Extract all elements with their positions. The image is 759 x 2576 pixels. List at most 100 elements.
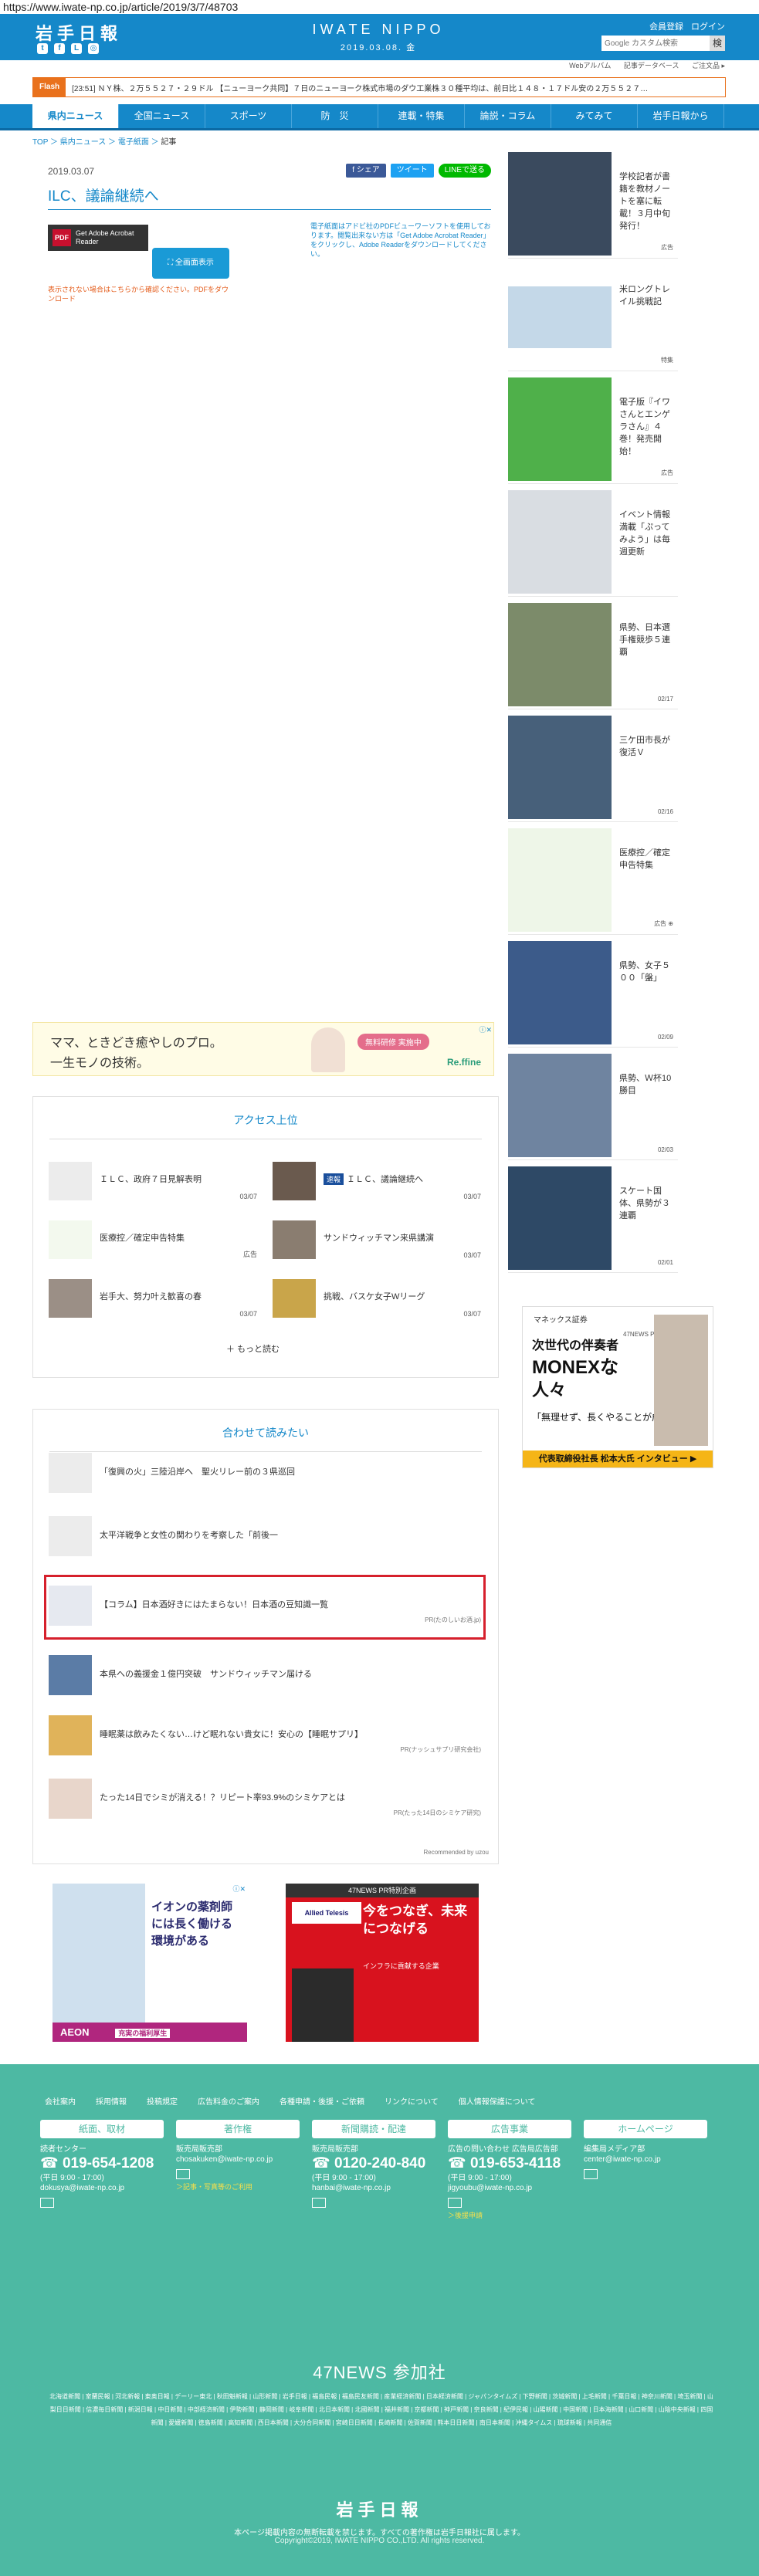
- nav-sports[interactable]: スポーツ: [205, 104, 292, 128]
- facebook-share-button[interactable]: f シェア: [346, 164, 386, 178]
- phone-number[interactable]: ☎ 019-653-4118: [448, 2155, 571, 2173]
- tweet-button[interactable]: ツイート: [390, 164, 434, 178]
- line-share-button[interactable]: LINEで送る: [438, 164, 491, 178]
- search-button[interactable]: 検: [710, 36, 725, 51]
- monex-ad[interactable]: マネックス証券 47NEWS PR特別企画 次世代の伴奏者 MONEXな 人々 …: [522, 1306, 713, 1468]
- monex-cta[interactable]: 代表取締役社長 松本大氏 インタビュー ▶: [523, 1450, 713, 1467]
- nav-local-news[interactable]: 県内ニュース: [32, 104, 119, 128]
- side-item[interactable]: 県勢、Ｗ杯10勝目 02/03: [508, 1052, 678, 1160]
- footer-col-heading: ホームページ: [584, 2120, 707, 2138]
- footer-link-requests[interactable]: 各種申請・後援・ご依頼: [280, 2095, 364, 2107]
- monex-headline2: MONEXな: [532, 1357, 619, 1378]
- side-item[interactable]: 米ロングトレイル挑戦記 特集: [508, 263, 678, 371]
- email-link[interactable]: center@iwate-np.co.jp: [584, 2155, 707, 2165]
- social-links: t f L ◎: [37, 43, 99, 54]
- ranking-item[interactable]: 挑戦、バスケ女子Wリーグ 03/07: [273, 1279, 481, 1318]
- ranking-item[interactable]: ＩＬＣ、政府７日見解表明 03/07: [49, 1162, 257, 1200]
- email-link[interactable]: dokusya@iwate-np.co.jp: [40, 2183, 164, 2193]
- related-item-pr[interactable]: たった14日でシミが消える！？リピート率93.9%のシミケアとは PR(たった1…: [49, 1779, 481, 1822]
- ad-photo: [292, 1968, 354, 2042]
- article-db-link[interactable]: 記事データベース: [624, 62, 679, 69]
- ranking-item[interactable]: サンドウィッチマン来県講演 03/07: [273, 1220, 481, 1259]
- search-input[interactable]: [601, 36, 710, 51]
- footer-link-recruit[interactable]: 採用情報: [96, 2095, 127, 2107]
- breadcrumb-current: 記事: [161, 138, 177, 147]
- twitter-icon[interactable]: t: [37, 43, 48, 54]
- instagram-icon[interactable]: ◎: [88, 43, 99, 54]
- adobe-note: 電子紙面はアドビ社のPDFビューワーソフトを使用しております。閲覧出来ない方は「…: [310, 222, 491, 258]
- nav-national-news[interactable]: 全国ニュース: [119, 104, 205, 128]
- footer-link-links[interactable]: リンクについて: [385, 2095, 439, 2107]
- pdf-download-link[interactable]: 表示されない場合はこちらから確認ください。PDFをダウンロード: [48, 285, 233, 303]
- ad-close-icon[interactable]: ⓘ✕: [232, 1884, 246, 1894]
- footer-link-ad-rates[interactable]: 広告料金のご案内: [198, 2095, 259, 2107]
- aeon-ad[interactable]: イオンの薬剤師には長く働ける環境がある AEON 充実の福利厚生 ⓘ✕: [53, 1884, 247, 2042]
- nav-disaster[interactable]: 防 災: [292, 104, 378, 128]
- breadcrumb-sep: ＞: [151, 138, 159, 147]
- mail-icon[interactable]: [40, 2198, 54, 2208]
- related-item-pr[interactable]: 睡眠薬は飲みたくない…けど眠れない貴女に！安心の【睡眠サプリ】 PR(ナッシュサ…: [49, 1715, 481, 1759]
- related-item[interactable]: 本県への義援金１億円突破 サンドウィッチマン届ける: [49, 1655, 481, 1698]
- sub-links: Webアルバム 記事データベース ご注文品 ▸: [0, 60, 759, 71]
- mail-icon[interactable]: [448, 2198, 462, 2208]
- side-item[interactable]: 電子版『イワさんとエンゲラさん』４巻！発売開始！ 広告: [508, 376, 678, 484]
- get-adobe-reader-button[interactable]: PDF Get Adobe Acrobat Reader: [48, 225, 148, 251]
- footer-link-submission[interactable]: 投稿規定: [147, 2095, 178, 2107]
- mail-icon[interactable]: [312, 2198, 326, 2208]
- mail-icon[interactable]: [176, 2169, 190, 2179]
- usage-link[interactable]: ＞記事・写真等のご利用: [176, 2182, 300, 2192]
- footer-link-privacy[interactable]: 個人情報保護について: [459, 2095, 536, 2107]
- side-item[interactable]: イベント情報満載「ぷってみよう」は毎週更新: [508, 489, 678, 597]
- recommended-by[interactable]: Recommended by uzou: [424, 1849, 490, 1856]
- pdf-icon: PDF: [53, 229, 71, 246]
- nav-features[interactable]: 連載・特集: [378, 104, 465, 128]
- ranking-item[interactable]: 岩手大、努力叶え歓喜の春 03/07: [49, 1279, 257, 1318]
- email-link[interactable]: chosakuken@iwate-np.co.jp: [176, 2155, 300, 2165]
- mail-icon[interactable]: [584, 2169, 598, 2179]
- line-icon[interactable]: L: [71, 43, 82, 54]
- related-item[interactable]: 「復興の火」三陸沿岸へ 聖火リレー前の３県巡回: [49, 1453, 481, 1496]
- side-item[interactable]: 三ケ田市長が復活Ｖ 02/16: [508, 714, 678, 822]
- side-item[interactable]: スケート国体、県勢が３連覇 02/01: [508, 1165, 678, 1273]
- side-item[interactable]: 県勢、日本選手権競歩５連覇 02/17: [508, 601, 678, 709]
- allied-telesis-ad[interactable]: 47NEWS PR特別企画 Allied Telesis 今をつなぎ、未来につな…: [286, 1884, 479, 2042]
- ad-close-icon[interactable]: ⓘ✕: [479, 1024, 492, 1034]
- breadcrumb-local[interactable]: 県内ニュース: [60, 138, 107, 147]
- sponsor-link[interactable]: ＞後援申請: [448, 2210, 571, 2220]
- allied-copy: 今をつなぎ、未来につなげる: [363, 1904, 468, 1936]
- related-item-pr[interactable]: 【コラム】日本酒好きにはたまらない！日本酒の豆知識一覧 PR(たのしいお酒.jp…: [49, 1586, 481, 1629]
- ranking-thumb: [49, 1220, 92, 1259]
- refine-banner-ad[interactable]: ママ、ときどき癒やしのプロ。 一生モノの技術。 無料研修 実施中 Re.ffin…: [32, 1022, 494, 1076]
- nav-from-nippo[interactable]: 岩手日報から: [638, 104, 724, 128]
- nav-mitemite[interactable]: みてみて: [551, 104, 638, 128]
- article-date: 2019.03.07: [48, 166, 95, 177]
- side-item[interactable]: 医療控／確定申告特集 広告 ⊕: [508, 827, 678, 935]
- related-label: たった14日でシミが消える！？リピート率93.9%のシミケアとは: [100, 1793, 345, 1803]
- address-bar[interactable]: https://www.iwate-np.co.jp/article/2019/…: [0, 0, 759, 14]
- partner-papers[interactable]: 北海道新聞 | 室蘭民報 | 河北新報 | 東奥日報 | デーリー東北 | 秋田…: [49, 2390, 713, 2429]
- member-register-link[interactable]: 会員登録: [649, 20, 683, 32]
- ranking-item[interactable]: 速報 ＩＬＣ、議論継続へ 03/07: [273, 1162, 481, 1200]
- login-link[interactable]: ログイン: [691, 20, 725, 32]
- ranking-item[interactable]: 医療控／確定申告特集 広告: [49, 1220, 257, 1259]
- site-footer: 会社案内 採用情報 投稿規定 広告料金のご案内 各種申請・後援・ご依頼 リンクに…: [0, 2064, 759, 2576]
- facebook-icon[interactable]: f: [54, 43, 65, 54]
- nav-editorial[interactable]: 論説・コラム: [465, 104, 551, 128]
- email-link[interactable]: jigyoubu@iwate-np.co.jp: [448, 2183, 571, 2193]
- breadcrumb-top[interactable]: TOP: [32, 138, 48, 147]
- side-item[interactable]: 学校記者が書籍を教材ノートを塞に転載！３月中旬発行！ 広告: [508, 151, 678, 259]
- site-logo[interactable]: 岩手日報: [36, 20, 122, 45]
- breadcrumb-epaper[interactable]: 電子紙面: [118, 138, 149, 147]
- side-item[interactable]: 県勢、女子５００「盤」 02/09: [508, 939, 678, 1048]
- fullscreen-button[interactable]: ⛶ 全画面表示: [152, 248, 229, 279]
- flash-news-ticker[interactable]: Flash [23:51] ＮＹ株、２万５５２７・２９ドル 【ニューヨーク共同】…: [32, 77, 726, 97]
- related-item[interactable]: 太平洋戦争と女性の関わりを考察した「前後一: [49, 1516, 481, 1559]
- footer-link-company[interactable]: 会社案内: [45, 2095, 76, 2107]
- phone-number[interactable]: ☎ 0120-240-840: [312, 2155, 435, 2173]
- email-link[interactable]: hanbai@iwate-np.co.jp: [312, 2183, 435, 2193]
- read-more-button[interactable]: ＋ もっと読む: [226, 1342, 280, 1355]
- webalbum-link[interactable]: Webアルバム: [569, 62, 611, 69]
- flash-text[interactable]: [23:51] ＮＹ株、２万５５２７・２９ドル 【ニューヨーク共同】７日のニュー…: [66, 82, 648, 93]
- phone-number[interactable]: ☎ 019-654-1208: [40, 2155, 164, 2173]
- orders-link[interactable]: ご注文品 ▸: [692, 62, 725, 69]
